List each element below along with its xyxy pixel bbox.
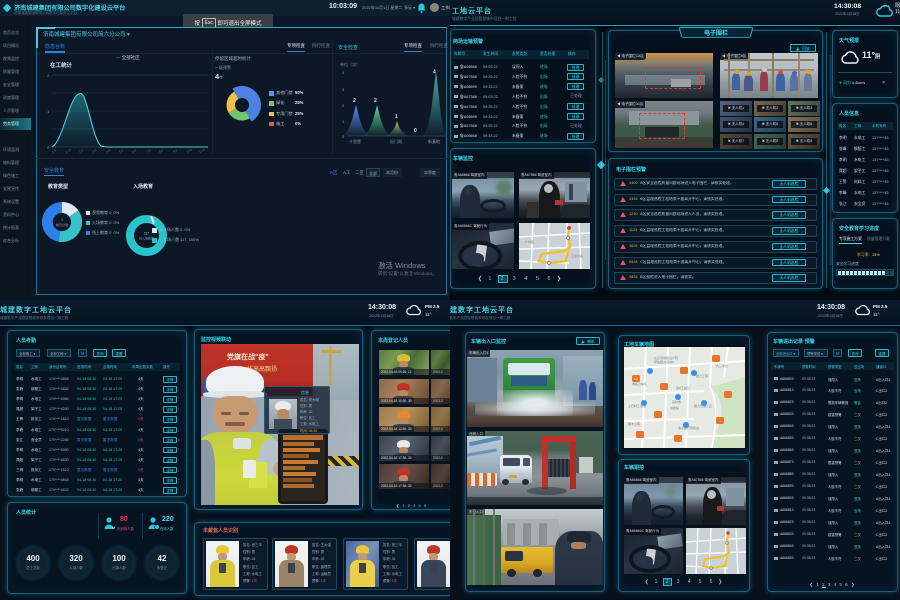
svg-text:第8工业园: 第8工业园 [676,385,690,390]
svg-text:0: 0 [414,128,417,134]
svg-text:0: 0 [47,145,50,150]
svg-text:工业北路: 工业北路 [571,253,583,258]
svg-text:教育记录: 教育记录 [56,222,68,227]
svg-text:2: 2 [47,73,50,78]
svg-text:出门岗: 出门岗 [390,138,402,144]
svg-text:派送站: 派送站 [670,405,679,410]
svg-text:十里堡: 十里堡 [349,138,361,144]
svg-text:2: 2 [374,98,377,104]
svg-text:某村委: 某村委 [672,399,681,404]
svg-text:广场路: 广场路 [525,239,534,244]
svg-text:1: 1 [47,109,50,114]
svg-text:图力工程: 图力工程 [696,373,708,378]
svg-text:🚚: 🚚 [634,377,639,382]
svg-text:M: M [112,525,115,530]
svg-text:1: 1 [61,218,63,222]
svg-text:3: 3 [342,87,345,92]
svg-text:117: 117 [144,232,149,236]
svg-text:4: 4 [433,70,436,76]
svg-text:4: 4 [342,70,345,75]
svg-text:研发园(在建中): 研发园(在建中) [654,359,674,364]
svg-text:图丰山路: 图丰山路 [628,421,640,426]
svg-text:新基地: 新基地 [428,138,440,144]
svg-text:2: 2 [353,98,356,104]
svg-text:九三学社: 九三学社 [716,363,728,368]
svg-text:1: 1 [395,114,398,120]
svg-text:1: 1 [342,119,345,124]
svg-text:2: 2 [342,103,345,108]
